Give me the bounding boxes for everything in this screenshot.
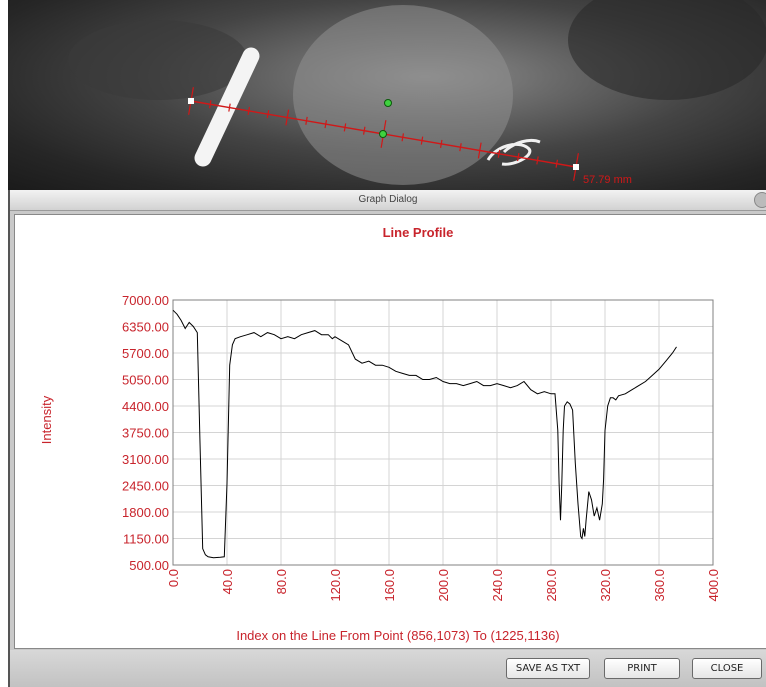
print-button[interactable]: PRINT: [604, 658, 680, 679]
y-tick-label: 3100.00: [122, 452, 169, 467]
dialog-titlebar[interactable]: Graph Dialog: [10, 190, 766, 211]
wire-marker: [486, 138, 541, 166]
y-tick-label: 3750.00: [122, 426, 169, 441]
x-tick-label: 120.0: [328, 569, 343, 602]
dark-tissue-region: [68, 20, 248, 100]
y-axis-label: Intensity: [39, 395, 54, 444]
y-tick-label: 4400.00: [122, 399, 169, 414]
graph-dialog: Graph Dialog Line Profile 500.00 1150.00 1…: [8, 190, 766, 687]
measurement-tick: [555, 159, 559, 168]
measurement-tick: [536, 156, 539, 165]
x-tick-label: 240.0: [490, 569, 505, 602]
x-tick-labels: 0.0 40.0 80.0 120.0 160.0 200.0 240.0 280.0 320.…: [166, 569, 721, 602]
dialog-button-bar: SAVE AS TXT PRINT CLOSE: [10, 650, 766, 687]
control-point[interactable]: [384, 99, 392, 107]
y-tick-label: 5050.00: [122, 373, 169, 388]
dialog-title: Graph Dialog: [358, 194, 418, 205]
control-point[interactable]: [379, 130, 387, 138]
measurement-tick: [247, 106, 251, 115]
y-tick-label: 2450.00: [122, 479, 169, 494]
measurement-tick: [266, 110, 270, 119]
measurement-start-handle[interactable]: [188, 98, 194, 104]
x-tick-label: 360.0: [652, 569, 667, 602]
series-line-profile: [172, 309, 677, 559]
y-tick-label: 5700.00: [122, 346, 169, 361]
y-tick-labels: 500.00 1150.00 1800.00 2450.00 3100.00 3750.0…: [122, 293, 169, 573]
line-profile-chart: Line Profile 500.00 1150.00 1800.00 2450.00…: [39, 225, 721, 643]
y-tick-label: 1800.00: [122, 505, 169, 520]
chart-title: Line Profile: [383, 225, 454, 240]
x-tick-label: 80.0: [274, 569, 289, 594]
x-tick-label: 0.0: [166, 569, 181, 587]
xray-image-viewer[interactable]: 57.79 mm: [8, 0, 766, 192]
dialog-close-icon[interactable]: [754, 192, 766, 208]
y-tick-label: 7000.00: [122, 293, 169, 308]
graph-panel: Line Profile 500.00 1150.00 1800.00 2450.00…: [14, 214, 766, 649]
dense-tissue-region: [293, 5, 513, 185]
x-axis-label: Index on the Line From Point (856,1073) …: [236, 628, 559, 643]
dark-tissue-region: [568, 0, 766, 100]
measurement-tick: [208, 100, 212, 109]
x-tick-label: 400.0: [706, 569, 721, 602]
x-tick-label: 320.0: [598, 569, 613, 602]
x-tick-label: 200.0: [436, 569, 451, 602]
x-tick-label: 160.0: [382, 569, 397, 602]
measurement-end-handle[interactable]: [573, 164, 579, 170]
x-tick-label: 40.0: [220, 569, 235, 594]
xray-overlay: 57.79 mm: [68, 0, 766, 186]
measurement-label: 57.79 mm: [583, 174, 632, 186]
x-tick-label: 280.0: [544, 569, 559, 602]
y-tick-label: 500.00: [129, 558, 169, 573]
y-tick-label: 1150.00: [123, 532, 169, 547]
close-button[interactable]: CLOSE: [692, 658, 762, 679]
save-as-txt-button[interactable]: SAVE AS TXT: [506, 658, 590, 679]
y-tick-label: 6350.00: [122, 320, 169, 335]
chart-grid: [172, 299, 714, 566]
